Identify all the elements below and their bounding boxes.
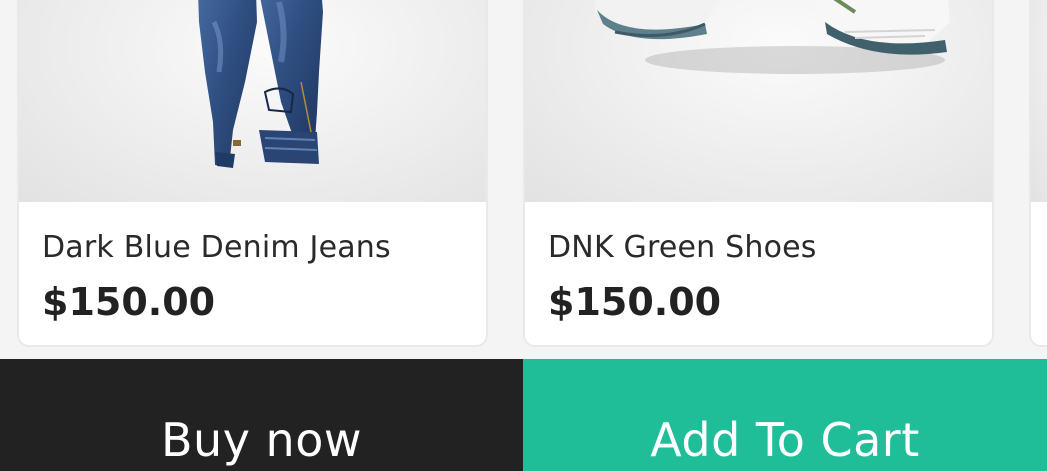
shoes-image[interactable] [525, 0, 992, 202]
product-name[interactable]: DNK Green Shoes [548, 230, 817, 265]
jeans-image[interactable] [19, 0, 486, 202]
add-to-cart-button[interactable]: Add To Cart [523, 359, 1047, 471]
product-price: $150.00 [548, 280, 722, 324]
product-card-jeans[interactable]: Dark Blue Denim Jeans $150.00 [17, 0, 488, 347]
action-bar: Buy now Add To Cart [0, 359, 1047, 471]
product-card-shoes[interactable]: DNK Green Shoes $150.00 [523, 0, 994, 347]
product-image[interactable] [1031, 0, 1047, 202]
shoes-illustration [595, 0, 950, 74]
product-grid-viewport: Dark Blue Denim Jeans $150.00 DNK Green … [0, 0, 1047, 471]
jeans-illustration [198, 0, 323, 168]
product-name[interactable]: Dark Blue Denim Jeans [42, 230, 391, 265]
product-card-partial[interactable] [1029, 0, 1047, 347]
buy-now-button[interactable]: Buy now [0, 359, 523, 471]
product-price: $150.00 [42, 280, 216, 324]
